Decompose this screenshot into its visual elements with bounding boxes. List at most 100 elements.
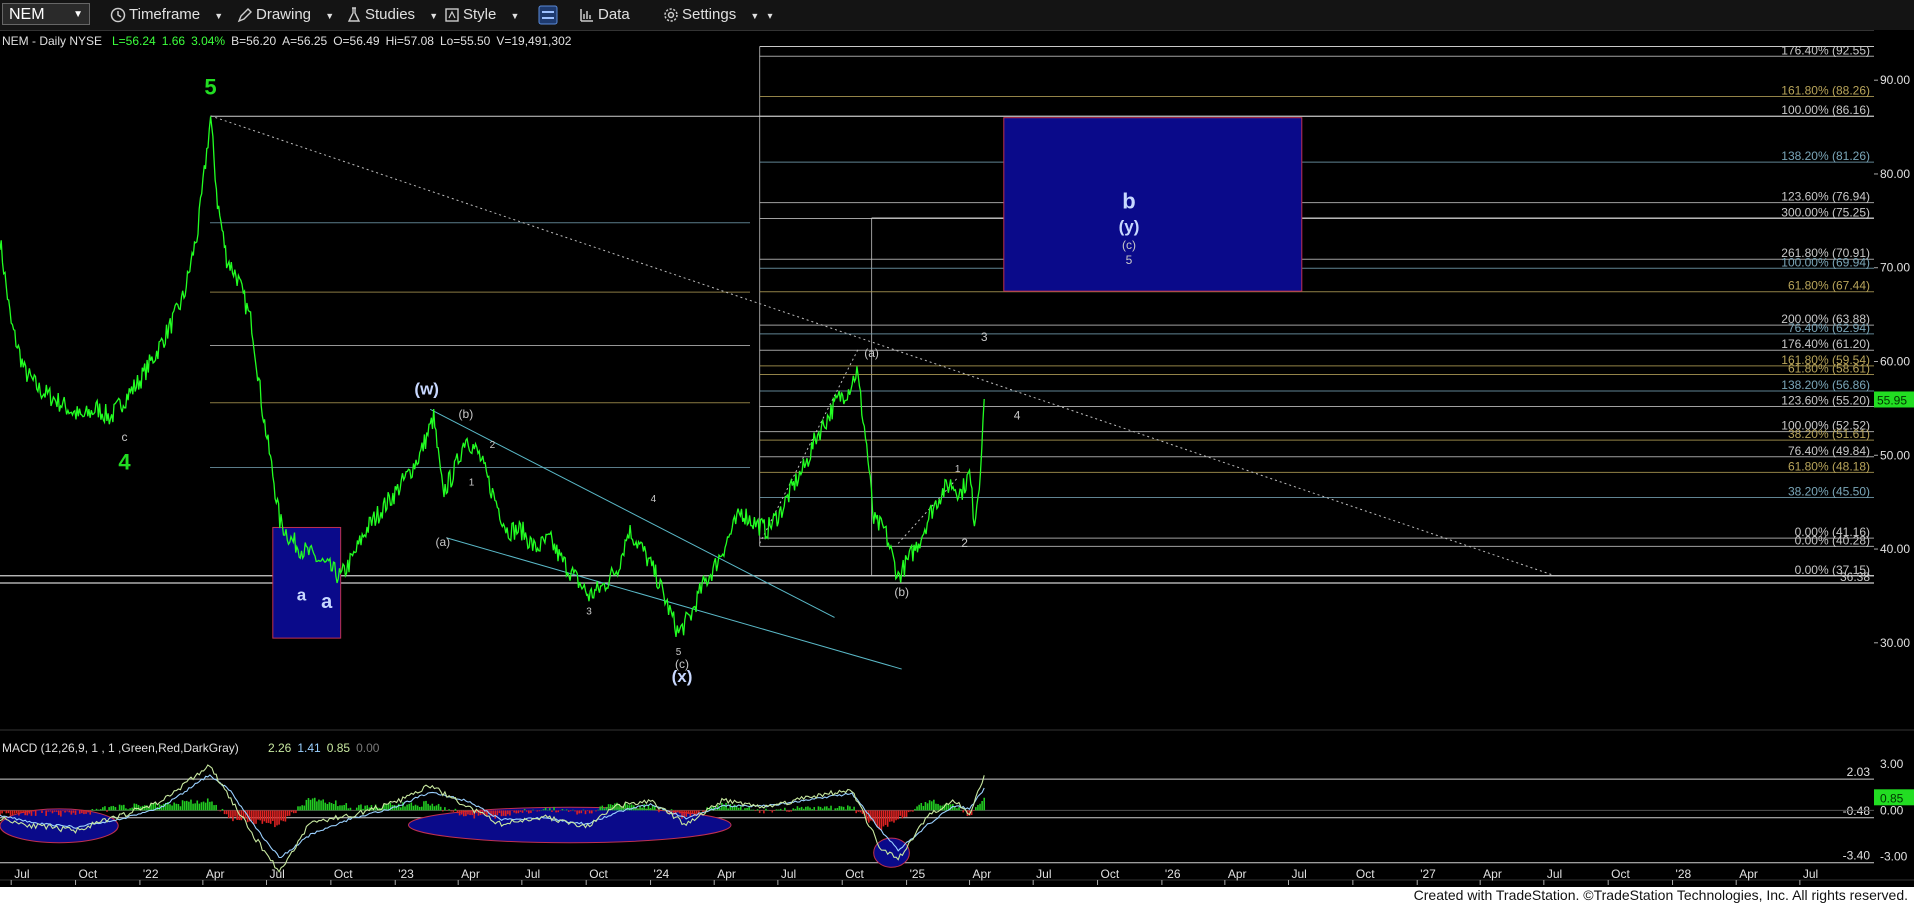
quote-item: A=56.25 [282, 34, 327, 48]
time-tick-label: '26 [1165, 867, 1181, 881]
drawing-button[interactable]: Drawing ▼ [237, 4, 334, 26]
chevron-down-icon: ▼ [429, 11, 439, 21]
wave-label: (b) [894, 585, 909, 599]
time-tick-label: Jul [525, 867, 540, 881]
fib-level-label: 38.20% (45.50) [1788, 484, 1870, 498]
style-button[interactable]: Style ▼ [444, 4, 519, 26]
price-tick-label: 40.00 [1880, 542, 1910, 556]
gear-icon [664, 8, 678, 22]
wave-label: c [122, 430, 128, 444]
wave-label: (a) [864, 346, 879, 360]
timeframe-button[interactable]: Timeframe ▼ [110, 4, 223, 26]
time-tick-label: '27 [1420, 867, 1436, 881]
fib-level-label: 176.40% (92.55) [1781, 43, 1870, 57]
wave-label: 5 [204, 74, 216, 99]
symbol-line: NEM - Daily NYSE [2, 34, 102, 48]
macd-legend-value: 0.85 [327, 741, 351, 755]
fib-level-label: 61.80% (58.61) [1788, 362, 1870, 376]
timeframe-label: Timeframe [129, 6, 201, 23]
quote-item: V=19,491,302 [496, 34, 571, 48]
wave-label: 3 [586, 607, 592, 618]
time-tick-label: Apr [206, 867, 225, 881]
time-tick-label: Jul [1803, 867, 1818, 881]
fib-level-label: 61.80% (48.18) [1788, 459, 1870, 473]
quote-item: O=56.49 [333, 34, 380, 48]
time-tick-label: '24 [654, 867, 670, 881]
wave-label: 1 [955, 464, 961, 475]
macd-ref-label: -3.40 [1843, 849, 1871, 863]
footer-credit: Created with TradeStation. ©TradeStation… [1411, 887, 1910, 903]
macd-tick-label: 0.00 [1880, 803, 1904, 817]
wave-label: (x) [672, 667, 693, 686]
chevron-down-icon: ▼ [325, 11, 335, 21]
time-tick-label: Jul [14, 867, 29, 881]
price-tick-label: 80.00 [1880, 167, 1910, 181]
time-tick-label: Oct [79, 867, 98, 881]
studies-label: Studies [365, 6, 416, 23]
fib-level-label: 36.38 [1840, 570, 1870, 584]
studies-button[interactable]: Studies ▼ [346, 4, 438, 26]
time-tick-label: Apr [461, 867, 480, 881]
fib-level-label: 76.40% (62.94) [1788, 321, 1870, 335]
wave-label: b [1122, 189, 1135, 214]
time-tick-label: Jul [1036, 867, 1051, 881]
macd-tick-label: 3.00 [1880, 757, 1904, 771]
fib-level-label: 61.80% (67.44) [1788, 279, 1870, 293]
fib-level-label: 138.20% (56.86) [1781, 378, 1870, 392]
quote-item: L=56.24 [112, 34, 156, 48]
time-tick-label: Apr [1228, 867, 1247, 881]
quote-item: 1.66 [162, 34, 186, 48]
symbol-input[interactable]: NEM ▼ [2, 3, 90, 25]
wave-label: (a) [435, 535, 450, 549]
fib-level-label: 123.60% (55.20) [1781, 394, 1870, 408]
price-series-layer [0, 116, 985, 637]
quote-item: B=56.20 [231, 34, 276, 48]
fib-level-label: 100.00% (69.94) [1781, 255, 1870, 269]
target-box [1003, 117, 1303, 292]
price-tick-label: 60.00 [1880, 355, 1910, 369]
wave-label: 2 [961, 536, 968, 550]
price-tick-label: 50.00 [1880, 448, 1910, 462]
fib-level-label: 0.00% (40.28) [1795, 533, 1870, 547]
settings-label: Settings [682, 6, 737, 23]
data-button[interactable]: Data [579, 4, 630, 26]
time-tick-label: Oct [1611, 867, 1630, 881]
macd-last-value-label: 0.85 [1880, 791, 1904, 805]
macd-legend-value: 2.26 [268, 741, 292, 755]
price-chart[interactable]: 176.40% (92.55) 161.80% (88.26) 100.00% (8… [0, 30, 1914, 887]
drawing-label: Drawing [256, 6, 312, 23]
wave-label: (b) [459, 407, 474, 421]
time-tick-label: Jul [1292, 867, 1307, 881]
time-tick-label: '22 [143, 867, 159, 881]
time-tick-label: Oct [845, 867, 864, 881]
time-tick-label: Oct [1101, 867, 1120, 881]
quote-item: 3.04% [191, 34, 225, 48]
quote-item: Hi=57.08 [386, 34, 435, 48]
settings-button[interactable]: Settings ▼ ▾ [663, 4, 773, 26]
time-tick-label: Oct [334, 867, 353, 881]
wave-label: 4 [1014, 409, 1021, 423]
target-boxes-layer [272, 117, 1303, 639]
last-price-label: 55.95 [1877, 393, 1907, 407]
fib-level-label: 161.80% (88.26) [1781, 84, 1870, 98]
toolbar: NEM ▼ Timeframe ▼ Drawing ▼ Studies ▼ St… [0, 0, 1914, 31]
clock-icon [110, 7, 126, 23]
layout-button[interactable] [537, 4, 562, 26]
bar-chart-icon [580, 9, 593, 22]
wave-label: 2 [490, 440, 496, 451]
macd-ref-label: 2.03 [1847, 765, 1871, 779]
macd-legend-value: 0.00 [356, 741, 380, 755]
time-tick-label: Apr [1739, 867, 1758, 881]
macd-legend-value: 1.41 [297, 741, 321, 755]
wave-label: (c) [1122, 238, 1136, 252]
axis-layer: 90.0080.0070.0060.0050.0040.0030.00Jul Oc… [0, 30, 1914, 887]
style-icon [445, 8, 459, 22]
time-tick-label: '28 [1676, 867, 1692, 881]
time-tick-label: '25 [910, 867, 926, 881]
chevron-down-icon: ▼ [214, 11, 224, 21]
macd-legend: 2.26 1.41 0.85 0.00 [268, 741, 380, 755]
quote-line: L=56.24 1.66 3.04% B=56.20 A=56.25 O=56.49 Hi=… [112, 34, 572, 48]
wave-label: (w) [414, 379, 439, 398]
wave-label: 3 [981, 330, 988, 344]
time-tick-label: Apr [1483, 867, 1502, 881]
